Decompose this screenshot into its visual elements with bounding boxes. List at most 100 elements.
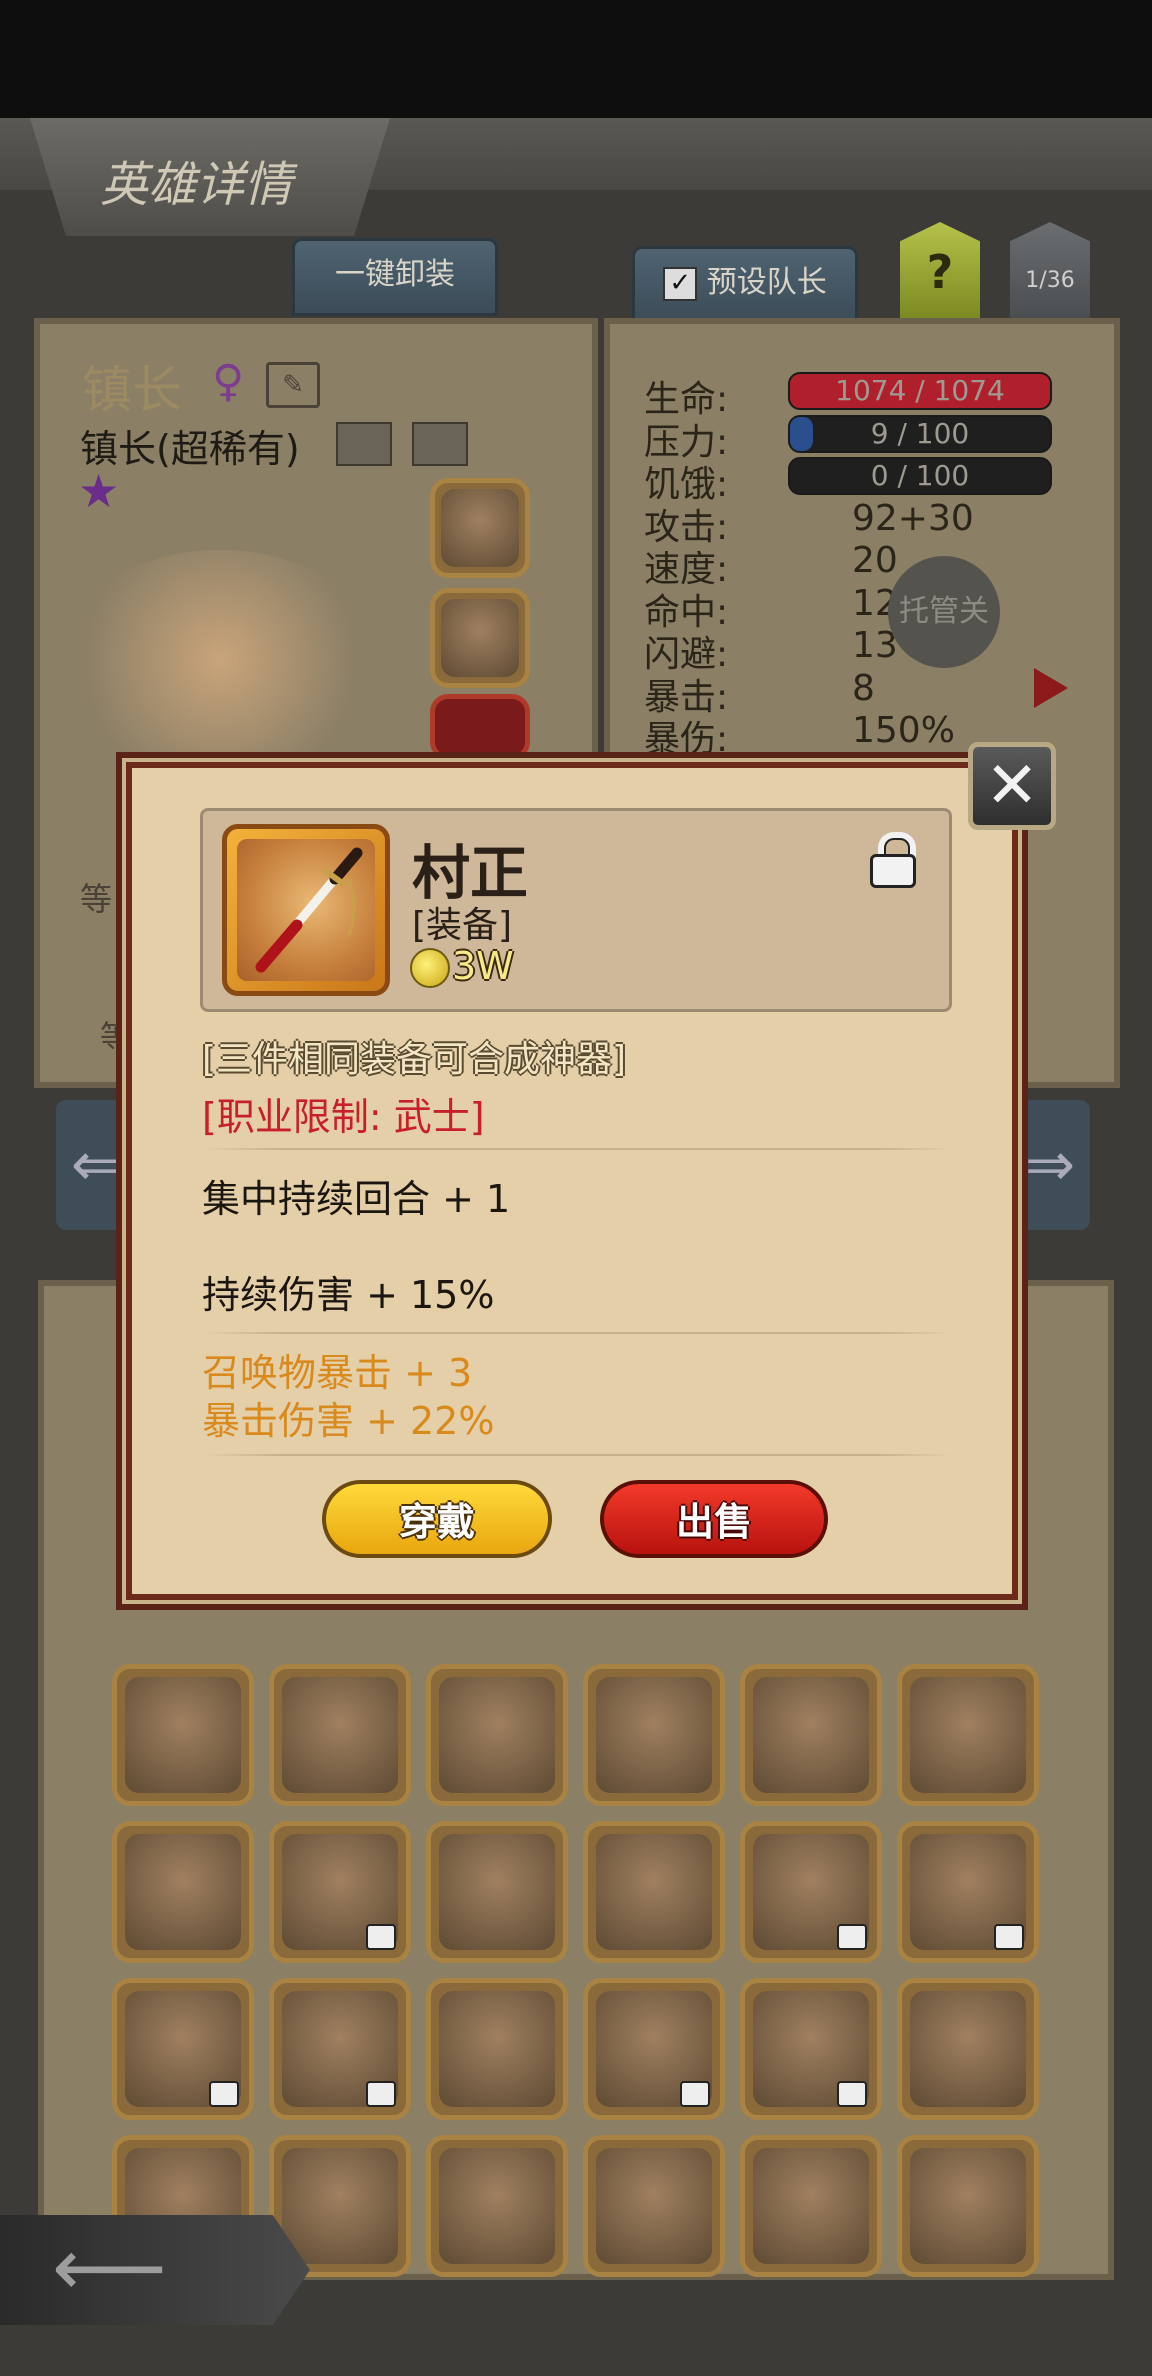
item-price: 3W — [452, 944, 514, 988]
inventory-slot[interactable] — [583, 1978, 725, 2120]
stat-value: 9 / 100 — [870, 416, 970, 450]
inventory-slot[interactable] — [269, 1664, 411, 1806]
stat-bar-fill — [790, 416, 814, 451]
item-type: [装备] — [412, 905, 513, 946]
stat-value: 92+30 — [852, 497, 974, 539]
base-stat-2: 持续伤害 + 15% — [202, 1273, 495, 1317]
stat-value: 8 — [852, 667, 875, 709]
katana-graphic — [255, 847, 363, 973]
chest-icon — [910, 2148, 1026, 2264]
inventory-slot[interactable] — [583, 1821, 725, 1963]
bonus-stat-1: 召唤物暴击 + 3 — [202, 1351, 473, 1395]
auto-mode-button[interactable]: 托管关 — [888, 556, 1000, 668]
lock-icon — [366, 1924, 396, 1950]
mace-icon — [753, 1677, 869, 1793]
inventory-slot[interactable] — [897, 1664, 1039, 1806]
close-button[interactable]: ✕ — [968, 742, 1056, 830]
female-icon: ♀ — [212, 356, 245, 407]
pistol-icon — [282, 1677, 398, 1793]
top-black-band — [0, 0, 1152, 118]
inventory-slot[interactable] — [426, 2135, 568, 2277]
close-icon: ✕ — [985, 749, 1039, 823]
inventory-slot[interactable] — [269, 1978, 411, 2120]
inventory-slot[interactable] — [583, 2135, 725, 2277]
equip-label: 穿戴 — [398, 1500, 475, 1544]
inventory-slot[interactable] — [897, 1821, 1039, 1963]
equip-slot-3[interactable] — [430, 694, 530, 760]
sell-button[interactable]: 出售 — [600, 1480, 828, 1558]
chest-icon — [439, 2148, 555, 2264]
lock-icon — [366, 2081, 396, 2107]
inventory-slot[interactable] — [112, 1821, 254, 1963]
sell-label: 出售 — [675, 1500, 752, 1544]
divider — [204, 1148, 952, 1150]
fusion-note: [三件相同装备可合成神器] — [202, 1039, 627, 1080]
hero-portrait — [60, 550, 380, 770]
star-icon: ★ — [78, 464, 120, 518]
padlock-icon[interactable] — [870, 832, 916, 888]
inventory-slot[interactable] — [426, 1978, 568, 2120]
chest-icon — [439, 1991, 555, 2107]
stat-bar: 0 / 100 — [788, 457, 1052, 495]
inventory-slot[interactable] — [740, 1821, 882, 1963]
drill-lance-icon — [910, 1677, 1026, 1793]
unequip-all-button[interactable]: 一键卸装 — [292, 238, 498, 316]
inventory-slot[interactable] — [740, 1664, 882, 1806]
stat-value: 150% — [852, 710, 955, 751]
pistol-icon — [125, 1677, 241, 1793]
inventory-slot[interactable] — [583, 1664, 725, 1806]
stat-bar: 9 / 100 — [788, 414, 1052, 453]
inventory-slot[interactable] — [897, 2135, 1039, 2277]
inventory-slot[interactable] — [740, 1978, 882, 2120]
inventory-slot[interactable] — [740, 2135, 882, 2277]
hero-name: 镇长 — [82, 361, 182, 419]
lock-icon — [994, 1924, 1024, 1950]
next-hero-button[interactable]: ⇒ — [1010, 1100, 1090, 1230]
divider — [204, 1332, 952, 1334]
equip-slot-1[interactable] — [430, 478, 530, 578]
divider — [204, 1454, 952, 1456]
inventory-slot[interactable] — [897, 1978, 1039, 2120]
lock-icon — [837, 1924, 867, 1950]
inventory-slot[interactable] — [426, 1821, 568, 1963]
lock-icon — [837, 2081, 867, 2107]
class-limit: [职业限制: 武士] — [202, 1095, 485, 1139]
rename-icon[interactable]: ✎ — [266, 362, 320, 408]
skill-icon[interactable] — [336, 422, 392, 466]
chest-icon — [596, 1834, 712, 1950]
stat-value: 20 — [852, 540, 898, 581]
equip-button[interactable]: 穿戴 — [322, 1480, 552, 1558]
trait-icon[interactable] — [412, 422, 468, 466]
stat-bar: 1074 / 1074 — [788, 372, 1052, 410]
chest-icon — [596, 2148, 712, 2264]
auto-mode-label: 托管关 — [899, 594, 989, 629]
prev-hero-button[interactable]: ⇐ — [56, 1100, 136, 1230]
back-button[interactable]: ⟵ — [0, 2215, 310, 2325]
help-button[interactable]: ? — [900, 222, 980, 318]
lock-icon — [680, 2081, 710, 2107]
page-indicator-label: 1/36 — [1025, 268, 1075, 293]
inventory-slot[interactable] — [426, 1664, 568, 1806]
back-arrow-icon: ⟵ — [52, 2221, 167, 2314]
chest-icon — [910, 1991, 1026, 2107]
inventory-slot[interactable] — [112, 1978, 254, 2120]
stat-label: 暴伤: — [644, 719, 729, 760]
stat-value: 1074 / 1074 — [835, 374, 1005, 407]
bonus-stat-2: 暴击伤害 + 22% — [202, 1399, 495, 1443]
axe-icon — [596, 1677, 712, 1793]
next-arrow-icon[interactable] — [1034, 668, 1068, 708]
inventory-slot[interactable] — [269, 1821, 411, 1963]
stat-value: 0 / 100 — [870, 459, 970, 492]
chest-icon — [439, 1834, 555, 1950]
base-stat-1: 集中持续回合 + 1 — [202, 1177, 511, 1221]
unequip-all-label: 一键卸装 — [335, 257, 455, 292]
katana-icon — [222, 824, 390, 996]
checkbox-icon[interactable]: ✓ — [663, 266, 698, 301]
preset-leader-toggle[interactable]: ✓ 预设队长 — [632, 246, 858, 324]
sword-icon — [125, 1834, 241, 1950]
chest-icon — [282, 2148, 398, 2264]
equip-slot-2[interactable] — [430, 588, 530, 688]
level-label: 等 — [80, 880, 113, 918]
inventory-slot[interactable] — [112, 1664, 254, 1806]
page-title: 英雄详情 — [100, 157, 293, 213]
